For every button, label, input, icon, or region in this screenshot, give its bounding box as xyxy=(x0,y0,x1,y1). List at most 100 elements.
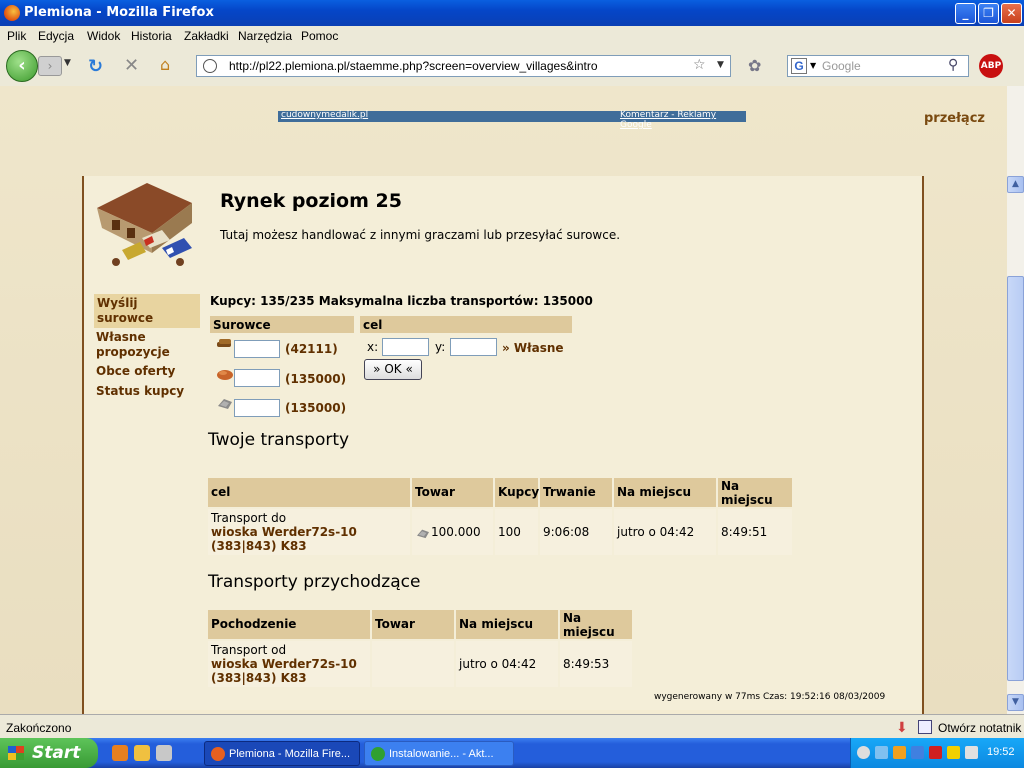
menu-edit[interactable]: Edycja xyxy=(38,29,74,43)
taskbar-item-firefox[interactable]: Plemiona - Mozilla Fire... xyxy=(204,741,360,766)
minimize-button[interactable]: _ xyxy=(955,3,976,24)
tray-expand-icon[interactable] xyxy=(857,746,870,759)
firefox-icon xyxy=(4,5,20,21)
wood-input[interactable] xyxy=(234,340,280,358)
menu-history[interactable]: Historia xyxy=(131,29,172,43)
incoming-village-coords[interactable]: (383|843) K83 xyxy=(211,671,367,685)
incoming-header-arrival: Na miejscu xyxy=(456,610,558,639)
home-icon[interactable]: ⌂ xyxy=(160,55,170,74)
stop-icon[interactable]: ✕ xyxy=(124,55,139,76)
menu-bookmarks[interactable]: Zakładki xyxy=(184,29,229,43)
x-coordinate-input[interactable] xyxy=(382,338,429,356)
taskbar-item-installing[interactable]: Instalowanie... - Akt... xyxy=(364,741,514,766)
addon-icon[interactable]: ✿ xyxy=(748,56,761,75)
incoming-transports-title: Transporty przychodzące xyxy=(208,572,421,592)
clay-available[interactable]: (135000) xyxy=(285,372,346,386)
switch-link[interactable]: przełącz xyxy=(924,111,985,126)
outgoing-goods-amount: 100.000 xyxy=(431,525,481,539)
outgoing-header-duration: Trwanie xyxy=(540,478,612,507)
side-menu-send-resources[interactable]: Wyślij surowce xyxy=(94,294,200,328)
google-icon[interactable]: G xyxy=(791,58,807,74)
status-text: Zakończono xyxy=(6,721,72,735)
incoming-village-link[interactable]: wioska Werder72s-10 xyxy=(211,657,367,671)
outgoing-village-link[interactable]: wioska Werder72s-10 xyxy=(211,525,407,539)
clay-icon xyxy=(217,370,233,380)
installer-icon xyxy=(371,747,385,761)
side-menu-other-offers[interactable]: Obce oferty xyxy=(96,364,202,379)
menu-tools[interactable]: Narzędzia xyxy=(238,29,292,43)
adblock-icon[interactable]: ABP xyxy=(979,54,1003,78)
menu-bar: Plik Edycja Widok Historia Zakładki Narz… xyxy=(0,26,1024,46)
tray-security-icon[interactable] xyxy=(929,746,942,759)
url-dropdown-icon[interactable]: ▼ xyxy=(717,60,724,70)
forward-button[interactable]: › xyxy=(38,56,62,76)
outgoing-row-target: Transport do wioska Werder72s-10 (383|84… xyxy=(208,509,410,555)
history-dropdown-icon[interactable]: ▼ xyxy=(64,58,71,68)
tray-bluetooth-icon[interactable] xyxy=(911,746,924,759)
search-icon[interactable]: ⚲ xyxy=(948,57,958,73)
quicklaunch-folder-icon[interactable] xyxy=(134,745,150,761)
outgoing-header-arrival: Na miejscu xyxy=(614,478,716,507)
back-button[interactable]: ‹ xyxy=(6,50,38,82)
incoming-row-eta: 8:49:53 xyxy=(560,641,632,687)
outgoing-row-duration: 9:06:08 xyxy=(540,509,612,555)
notepad-icon[interactable] xyxy=(918,720,932,734)
search-engine-dropdown-icon[interactable]: ▼ xyxy=(810,61,816,70)
menu-view[interactable]: Widok xyxy=(87,29,120,43)
windows-logo-icon xyxy=(8,746,24,760)
iron-input[interactable] xyxy=(234,399,280,417)
page-title: Rynek poziom 25 xyxy=(220,190,402,212)
y-coordinate-input[interactable] xyxy=(450,338,497,356)
side-menu-traders-status[interactable]: Status kupcy xyxy=(96,384,202,399)
menu-help[interactable]: Pomoc xyxy=(301,29,338,43)
outgoing-row-traders: 100 xyxy=(495,509,538,555)
quicklaunch-desktop-icon[interactable] xyxy=(156,745,172,761)
market-panel: Rynek poziom 25 Tutaj możesz handlować z… xyxy=(82,176,924,714)
open-notepad-link[interactable]: Otwórz notatnik xyxy=(938,721,1021,735)
page-description: Tutaj możesz handlować z innymi graczami… xyxy=(220,228,621,242)
tray-network-icon[interactable] xyxy=(875,746,888,759)
clay-input[interactable] xyxy=(234,369,280,387)
search-input[interactable]: Google xyxy=(822,59,861,73)
target-header: cel xyxy=(360,316,572,333)
tray-volume-icon[interactable] xyxy=(965,746,978,759)
scroll-thumb[interactable] xyxy=(1007,276,1024,681)
generated-info: wygenerowany w 77ms Czas: 19:52:16 08/03… xyxy=(654,692,886,702)
start-button[interactable]: Start xyxy=(0,738,98,768)
outgoing-transport-prefix: Transport do xyxy=(211,511,287,525)
download-icon[interactable]: ⬇ xyxy=(896,719,908,736)
iron-available[interactable]: (135000) xyxy=(285,401,346,415)
search-box[interactable]: G ▼ Google ⚲ xyxy=(787,55,969,77)
incoming-header-origin: Pochodzenie xyxy=(208,610,370,639)
incoming-transport-prefix: Transport od xyxy=(211,643,287,657)
tray-app-icon[interactable] xyxy=(893,746,906,759)
wood-icon xyxy=(217,339,231,347)
outgoing-header-target: cel xyxy=(208,478,410,507)
own-villages-link[interactable]: » Własne xyxy=(502,341,564,355)
outgoing-row-goods: 100.000 xyxy=(412,509,493,555)
wood-available[interactable]: (42111) xyxy=(285,342,338,356)
side-menu-own-offers[interactable]: Własne propozycje xyxy=(96,330,202,360)
close-button[interactable]: ✕ xyxy=(1001,3,1022,24)
url-text[interactable]: http://pl22.plemiona.pl/staemme.php?scre… xyxy=(229,59,598,73)
outgoing-village-coords[interactable]: (383|843) K83 xyxy=(211,539,407,553)
ad-link[interactable]: cudownymedalik.pl xyxy=(281,110,368,120)
scroll-down-button[interactable]: ▼ xyxy=(1007,694,1024,711)
maximize-button[interactable]: ❐ xyxy=(978,3,999,24)
ad-feedback-link[interactable]: Komentarz - Reklamy Google xyxy=(620,110,746,130)
menu-file[interactable]: Plik xyxy=(7,29,26,43)
y-label: y: xyxy=(435,340,446,354)
bookmark-star-icon[interactable]: ☆ xyxy=(693,57,706,73)
vertical-scrollbar[interactable]: ▲ ▼ xyxy=(1007,86,1024,714)
tray-warning-icon[interactable] xyxy=(947,746,960,759)
reload-icon[interactable]: ↻ xyxy=(88,56,103,77)
incoming-row-arrival: jutro o 04:42 xyxy=(456,641,558,687)
clock: 19:52 xyxy=(987,746,1015,758)
scroll-up-button[interactable]: ▲ xyxy=(1007,176,1024,193)
incoming-header-goods: Towar xyxy=(372,610,454,639)
outgoing-header-goods: Towar xyxy=(412,478,493,507)
quicklaunch-firefox-icon[interactable] xyxy=(112,745,128,761)
url-bar[interactable]: http://pl22.plemiona.pl/staemme.php?scre… xyxy=(196,55,731,77)
ok-button[interactable]: » OK « xyxy=(364,359,422,380)
incoming-row-origin: Transport od wioska Werder72s-10 (383|84… xyxy=(208,641,370,687)
